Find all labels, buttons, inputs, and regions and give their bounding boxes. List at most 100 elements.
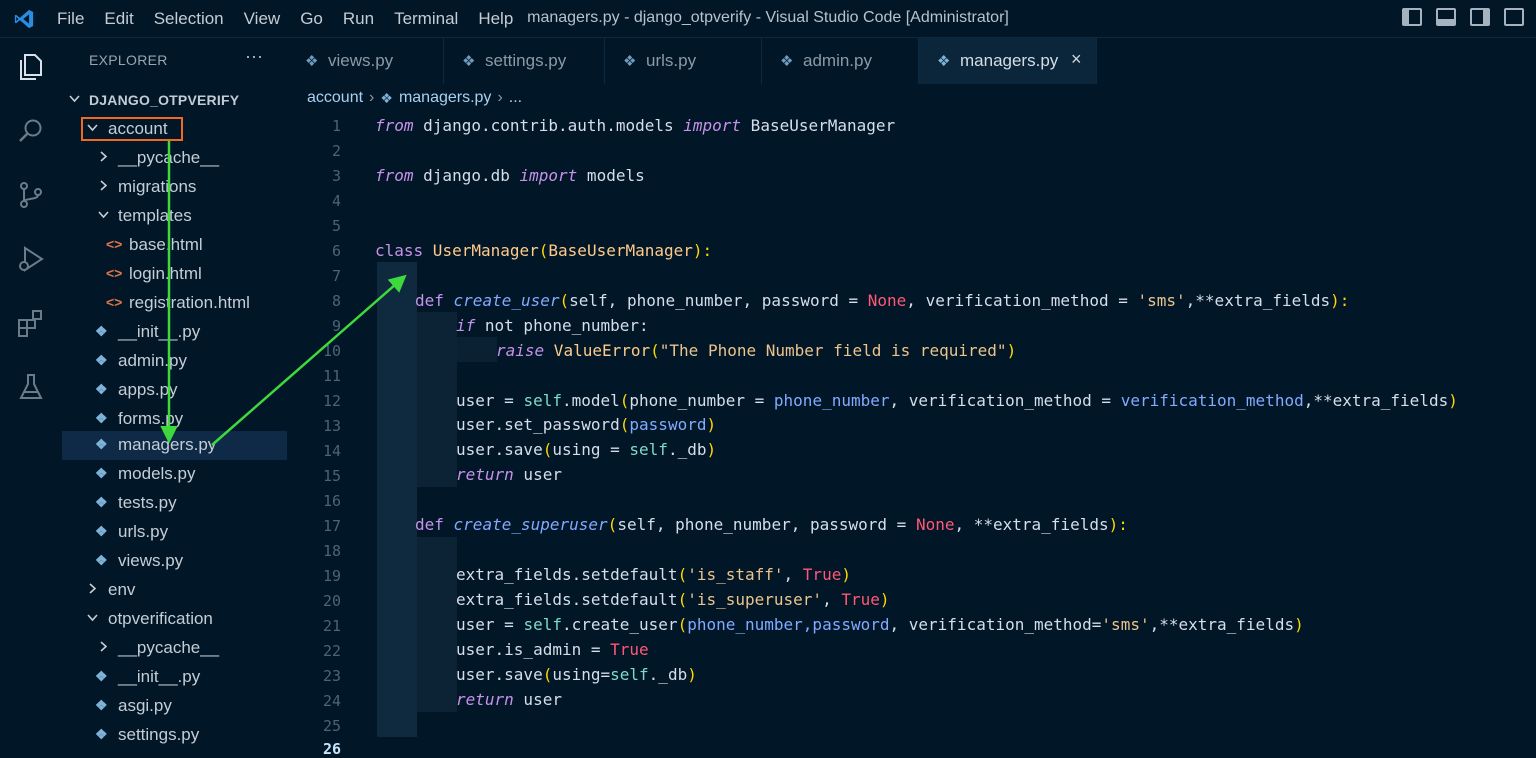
testing-flask-icon[interactable] — [16, 372, 46, 402]
tab-urls-py[interactable]: ❖ urls.py — [605, 38, 762, 84]
tree-item-migrations[interactable]: migrations — [62, 173, 287, 202]
code-line-15: return user — [456, 465, 562, 484]
source-control-icon[interactable] — [16, 180, 46, 210]
tree-item-label: models.py — [118, 464, 196, 483]
arguments: , verification_method = — [906, 291, 1138, 310]
paren: ( — [619, 415, 630, 434]
tree-item-base-html[interactable]: <> base.html — [62, 231, 287, 260]
tree-item-label: asgi.py — [118, 696, 172, 715]
keyword: return — [456, 690, 514, 709]
tree-item-label: templates — [118, 206, 192, 225]
breadcrumb-separator-icon: › — [497, 89, 503, 106]
string: 'sms' — [1101, 615, 1150, 634]
python-file-icon: ❖ — [95, 697, 108, 713]
expression: user.set_password — [456, 415, 620, 434]
tree-item-label: otpverification — [108, 609, 213, 628]
breadcrumb: account › ❖ managers.py › ... — [307, 89, 522, 107]
tree-item-tests-py[interactable]: ❖ tests.py — [62, 489, 287, 518]
tree-item-admin-py[interactable]: ❖ admin.py — [62, 347, 287, 376]
expression: extra_fields.setdefault — [456, 590, 678, 609]
tree-item-pycache-2[interactable]: __pycache__ — [62, 634, 287, 663]
chevron-down-icon — [87, 614, 98, 622]
line-number: 20 — [322, 592, 341, 610]
workspace-root[interactable]: DJANGO_OTPVERIFY — [62, 86, 287, 115]
tree-item-apps-py[interactable]: ❖ apps.py — [62, 376, 287, 405]
tree-item-login-html[interactable]: <> login.html — [62, 260, 287, 289]
string: "The Phone Number field is required" — [659, 341, 1007, 360]
toggle-primary-sidebar-icon[interactable] — [1402, 8, 1422, 26]
function-name: create_user — [443, 291, 560, 310]
breadcrumb-more[interactable]: ... — [509, 89, 522, 107]
tree-item-views-py[interactable]: ❖ views.py — [62, 547, 287, 576]
python-file-icon: ❖ — [95, 552, 108, 568]
tab-views-py[interactable]: ❖ views.py — [287, 38, 444, 84]
extensions-icon[interactable] — [16, 308, 46, 338]
keyword: raise — [496, 341, 545, 360]
keyword: from — [375, 166, 414, 185]
tree-item-settings-py[interactable]: ❖ settings.py — [62, 721, 287, 750]
variable: phone_number,password — [687, 615, 890, 634]
tree-item-templates[interactable]: templates — [62, 202, 287, 231]
python-file-icon: ❖ — [95, 410, 108, 426]
tree-item-label: settings.py — [118, 725, 200, 744]
explorer-icon[interactable] — [16, 52, 46, 82]
tree-item-init-py-2[interactable]: ❖ __init__.py — [62, 663, 287, 692]
tree-item-label: __init__.py — [118, 322, 201, 341]
tree-item-models-py[interactable]: ❖ models.py — [62, 460, 287, 489]
tab-managers-py[interactable]: ❖ managers.py × — [919, 38, 1097, 84]
chevron-right-icon — [89, 583, 97, 594]
tree-item-asgi-py[interactable]: ❖ asgi.py — [62, 692, 287, 721]
constant: True — [841, 590, 880, 609]
breadcrumb-file[interactable]: managers.py — [399, 89, 492, 107]
module: django.db — [413, 166, 520, 185]
tab-admin-py[interactable]: ❖ admin.py — [762, 38, 919, 84]
tree-item-urls-py[interactable]: ❖ urls.py — [62, 518, 287, 547]
identifier: models — [577, 166, 645, 185]
tree-item-pycache[interactable]: __pycache__ — [62, 144, 287, 173]
keyword: import — [683, 116, 742, 135]
expression: .model — [561, 391, 620, 410]
tree-item-label: admin.py — [118, 351, 187, 370]
line-number: 2 — [331, 142, 341, 160]
tree-item-forms-py[interactable]: ❖ forms.py — [62, 405, 287, 434]
keyword: return — [456, 465, 514, 484]
line-number: 17 — [322, 517, 341, 535]
paren: ( — [542, 665, 553, 684]
python-file-icon: ❖ — [95, 523, 108, 539]
keyword: import — [519, 166, 578, 185]
tree-item-registration-html[interactable]: <> registration.html — [62, 289, 287, 318]
tree-item-env[interactable]: env — [62, 576, 287, 605]
customize-layout-icon[interactable] — [1504, 8, 1524, 26]
paren: ( — [538, 241, 549, 260]
workspace-root-label: DJANGO_OTPVERIFY — [89, 92, 240, 108]
tree-item-label: urls.py — [118, 522, 169, 541]
code-line-19: extra_fields.setdefault('is_staff', True… — [456, 565, 851, 584]
line-number: 13 — [322, 417, 341, 435]
paren: ): — [1330, 291, 1350, 310]
line-number: 14 — [322, 442, 341, 460]
tree-item-managers-py[interactable]: ❖ managers.py — [62, 431, 287, 460]
expression: user.save — [456, 665, 543, 684]
python-file-icon: ❖ — [95, 465, 108, 481]
python-file-icon: ❖ — [95, 494, 108, 510]
expression: using= — [552, 665, 611, 684]
tree-item-init-py[interactable]: ❖ __init__.py — [62, 318, 287, 347]
run-and-debug-icon[interactable] — [16, 244, 46, 274]
tab-settings-py[interactable]: ❖ settings.py — [444, 38, 605, 84]
toggle-panel-icon[interactable] — [1436, 8, 1456, 26]
indent-block — [377, 262, 417, 737]
close-tab-icon[interactable]: × — [1071, 49, 1082, 70]
keyword: def — [415, 291, 444, 310]
toggle-secondary-sidebar-icon[interactable] — [1470, 8, 1490, 26]
module: django.contrib.auth.models — [413, 116, 684, 135]
code-editor[interactable]: 1 2 3 4 5 6 7 8 9 10 11 12 13 14 15 16 1… — [287, 112, 1536, 758]
explorer-more-actions[interactable]: ··· — [245, 46, 263, 67]
arguments: self, phone_number, password = — [617, 515, 916, 534]
tree-item-otpverification[interactable]: otpverification — [62, 605, 287, 634]
search-icon[interactable] — [16, 116, 46, 146]
self: self — [629, 440, 668, 459]
paren: ( — [619, 391, 630, 410]
arguments: , **extra_fields — [954, 515, 1109, 534]
expression: user = — [456, 391, 524, 410]
breadcrumb-folder[interactable]: account — [307, 89, 363, 107]
